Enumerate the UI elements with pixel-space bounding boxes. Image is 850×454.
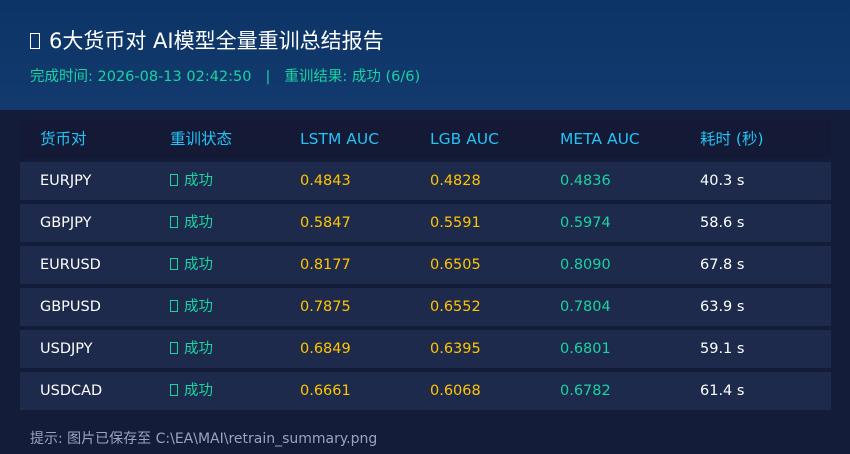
column-header-lstm-auc: LSTM AUC	[300, 130, 380, 148]
table-row: USDJPY 成功 0.6849 0.6395 0.6801 59.1 s	[20, 330, 831, 368]
status-text: 成功	[184, 215, 213, 231]
pair-cell: EURJPY	[40, 173, 92, 189]
lgb-auc-cell: 0.6552	[430, 299, 481, 315]
subtitle-separator: |	[265, 69, 271, 85]
pair-cell: EURUSD	[40, 257, 101, 273]
status-text: 成功	[184, 173, 213, 189]
status-text: 成功	[184, 341, 213, 357]
meta-auc-cell: 0.4836	[560, 173, 611, 189]
save-hint: 提示: 图片已保存至 C:\EA\MAI\retrain_summary.png	[30, 431, 378, 447]
status-cell: 成功	[170, 330, 213, 368]
completion-time: 完成时间: 2026-08-13 02:42:50	[30, 69, 252, 85]
report-title: 6大货币对 AI模型全量重训总结报告	[30, 25, 384, 55]
status-cell: 成功	[170, 204, 213, 242]
time-cell: 40.3 s	[700, 173, 745, 189]
pair-cell: USDJPY	[40, 341, 93, 357]
meta-auc-cell: 0.6782	[560, 383, 611, 399]
time-cell: 58.6 s	[700, 215, 745, 231]
pair-cell: GBPUSD	[40, 299, 101, 315]
report-title-text: 6大货币对 AI模型全量重训总结报告	[49, 29, 384, 53]
table-row: USDCAD 成功 0.6661 0.6068 0.6782 61.4 s	[20, 372, 831, 410]
lstm-auc-cell: 0.5847	[300, 215, 351, 231]
missing-glyph-icon	[170, 342, 178, 354]
pair-cell: GBPJPY	[40, 215, 92, 231]
table-row: EURJPY 成功 0.4843 0.4828 0.4836 40.3 s	[20, 162, 831, 200]
time-cell: 63.9 s	[700, 299, 745, 315]
meta-auc-cell: 0.7804	[560, 299, 611, 315]
meta-auc-cell: 0.8090	[560, 257, 611, 273]
meta-auc-cell: 0.5974	[560, 215, 611, 231]
report-header: 6大货币对 AI模型全量重训总结报告 完成时间: 2026-08-13 02:4…	[0, 0, 850, 110]
status-text: 成功	[184, 383, 213, 399]
results-table: 货币对 重训状态 LSTM AUC LGB AUC META AUC 耗时 (秒…	[20, 120, 831, 414]
status-cell: 成功	[170, 246, 213, 284]
status-cell: 成功	[170, 372, 213, 410]
lgb-auc-cell: 0.6068	[430, 383, 481, 399]
table-row: EURUSD 成功 0.8177 0.6505 0.8090 67.8 s	[20, 246, 831, 284]
missing-glyph-icon	[170, 174, 178, 186]
status-text: 成功	[184, 299, 213, 315]
missing-glyph-icon	[170, 384, 178, 396]
meta-auc-cell: 0.6801	[560, 341, 611, 357]
time-cell: 67.8 s	[700, 257, 745, 273]
lstm-auc-cell: 0.7875	[300, 299, 351, 315]
lgb-auc-cell: 0.5591	[430, 215, 481, 231]
status-cell: 成功	[170, 288, 213, 326]
missing-glyph-icon	[170, 300, 178, 312]
pair-cell: USDCAD	[40, 383, 103, 399]
status-cell: 成功	[170, 162, 213, 200]
lstm-auc-cell: 0.4843	[300, 173, 351, 189]
column-header-time: 耗时 (秒)	[700, 130, 764, 148]
missing-glyph-icon	[170, 258, 178, 270]
lgb-auc-cell: 0.4828	[430, 173, 481, 189]
table-header-row: 货币对 重训状态 LSTM AUC LGB AUC META AUC 耗时 (秒…	[20, 120, 831, 158]
column-header-pair: 货币对	[40, 130, 87, 148]
column-header-status: 重训状态	[170, 130, 233, 148]
lstm-auc-cell: 0.6661	[300, 383, 351, 399]
missing-glyph-icon	[30, 33, 40, 49]
missing-glyph-icon	[170, 216, 178, 228]
status-text: 成功	[184, 257, 213, 273]
lstm-auc-cell: 0.8177	[300, 257, 351, 273]
column-header-lgb-auc: LGB AUC	[430, 130, 499, 148]
lgb-auc-cell: 0.6505	[430, 257, 481, 273]
column-header-meta-auc: META AUC	[560, 130, 640, 148]
time-cell: 61.4 s	[700, 383, 745, 399]
table-row: GBPJPY 成功 0.5847 0.5591 0.5974 58.6 s	[20, 204, 831, 242]
lgb-auc-cell: 0.6395	[430, 341, 481, 357]
table-row: GBPUSD 成功 0.7875 0.6552 0.7804 63.9 s	[20, 288, 831, 326]
time-cell: 59.1 s	[700, 341, 745, 357]
lstm-auc-cell: 0.6849	[300, 341, 351, 357]
report-subtitle: 完成时间: 2026-08-13 02:42:50 | 重训结果: 成功 (6/6)	[30, 65, 420, 86]
retrain-result: 重训结果: 成功 (6/6)	[284, 69, 421, 85]
